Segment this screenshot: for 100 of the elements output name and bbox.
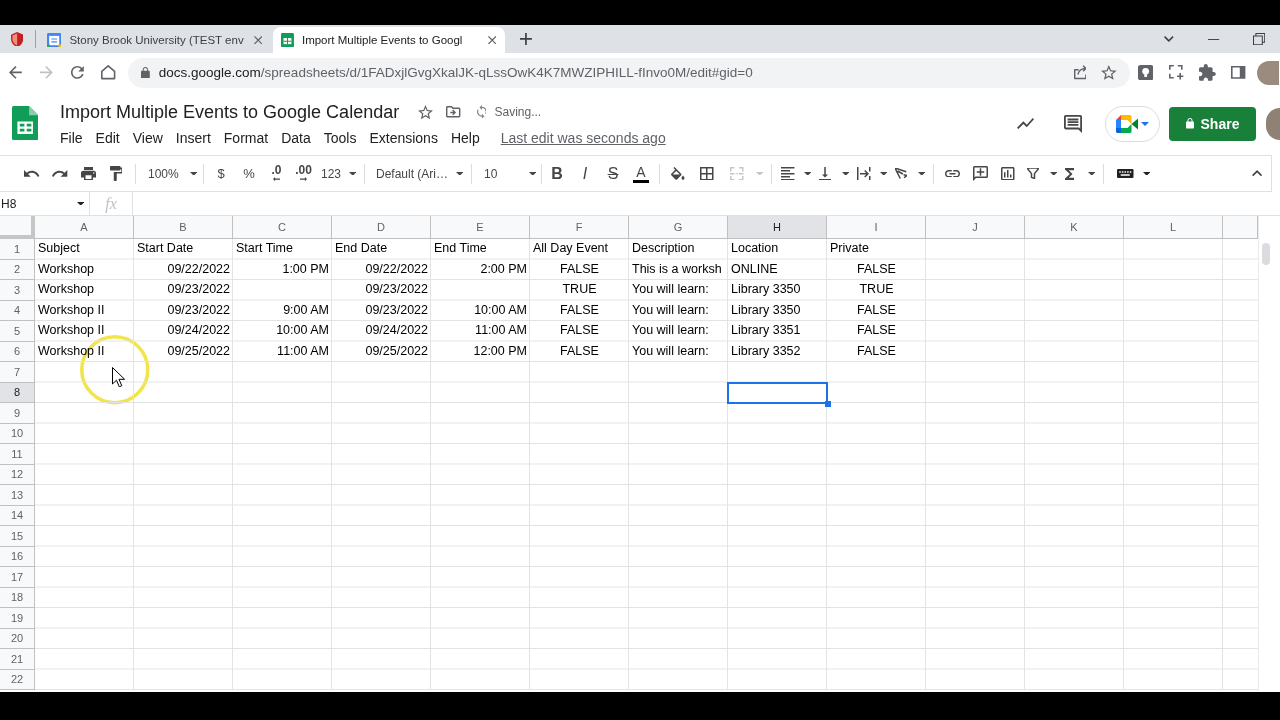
caret-icon[interactable] — [841, 171, 849, 176]
share-icon[interactable] — [1073, 65, 1087, 80]
menu-item[interactable]: Data — [281, 130, 311, 146]
comment-icon[interactable] — [1064, 114, 1082, 133]
scrollbar-thumb[interactable] — [1262, 243, 1270, 265]
row-header[interactable]: 4 — [0, 300, 35, 321]
column-header[interactable]: H — [728, 216, 827, 239]
menu-item[interactable]: Extensions — [369, 130, 438, 146]
row-header[interactable]: 11 — [0, 444, 35, 465]
italic-button[interactable]: I — [571, 159, 599, 188]
menu-item[interactable]: Tools — [323, 130, 357, 146]
row-header[interactable]: 17 — [0, 567, 35, 588]
browser-tab[interactable]: Import Multiple Events to Googl — [273, 27, 505, 53]
row-header[interactable]: 21 — [0, 649, 35, 670]
row-header[interactable]: 14 — [0, 505, 35, 526]
row-header[interactable]: 9 — [0, 403, 35, 424]
row-header[interactable]: 5 — [0, 321, 35, 342]
chevron-up-icon[interactable] — [1251, 170, 1263, 177]
row-header[interactable]: 13 — [0, 485, 35, 506]
filter-icon[interactable] — [1027, 168, 1039, 179]
last-edit-link[interactable]: Last edit was seconds ago — [500, 130, 666, 146]
print-icon[interactable] — [80, 166, 96, 181]
strikethrough-button[interactable]: S — [599, 159, 627, 188]
arrow-to-bar-icon[interactable] — [857, 166, 871, 181]
row-header[interactable]: 1 — [0, 239, 35, 260]
row-header[interactable]: 10 — [0, 423, 35, 444]
decrease-decimals-button[interactable]: .0 — [263, 159, 290, 188]
name-box[interactable]: H8 — [0, 192, 90, 215]
paint-roller-icon[interactable] — [109, 166, 123, 181]
share-button[interactable]: Share — [1169, 106, 1256, 141]
column-header[interactable]: F — [530, 216, 629, 239]
currency-button[interactable]: $ — [207, 159, 235, 188]
increase-decimals-button[interactable]: .00 — [290, 159, 317, 188]
link-icon[interactable] — [944, 169, 960, 178]
zoom-select[interactable]: 100% — [140, 159, 200, 188]
column-header[interactable]: J — [926, 216, 1025, 239]
reload-icon[interactable] — [71, 66, 84, 79]
star-icon[interactable] — [1101, 65, 1117, 80]
caret-icon[interactable] — [1087, 171, 1095, 176]
row-header[interactable]: 8 — [0, 382, 35, 403]
align-left-icon[interactable] — [781, 166, 795, 181]
caret-icon[interactable] — [803, 171, 811, 176]
menu-item[interactable]: Edit — [95, 130, 120, 146]
crop-plus-icon[interactable] — [1168, 64, 1185, 81]
row-header[interactable]: 3 — [0, 280, 35, 301]
account-avatar[interactable] — [1266, 107, 1280, 140]
redo-icon[interactable] — [52, 170, 68, 177]
number-format-select[interactable]: 123 — [317, 159, 359, 188]
column-header[interactable]: I — [827, 216, 926, 239]
column-header[interactable]: E — [431, 216, 530, 239]
column-header[interactable]: D — [332, 216, 431, 239]
percent-button[interactable]: % — [235, 159, 263, 188]
text-color-button[interactable]: A — [627, 159, 655, 188]
close-icon[interactable] — [487, 35, 496, 45]
close-icon[interactable] — [253, 35, 262, 45]
shield-icon[interactable] — [10, 31, 24, 47]
column-header[interactable]: B — [134, 216, 233, 239]
address-field[interactable]: docs.google.com/spreadsheets/d/1FADxjlGvgXkalJK-qLssOwK4K7MWZIPHILL-fInvo0M/edit#gid=0 — [128, 57, 1130, 88]
bold-button[interactable]: B — [543, 159, 571, 188]
row-header[interactable]: 15 — [0, 526, 35, 547]
caret-icon[interactable] — [76, 201, 84, 206]
menu-item[interactable]: View — [132, 130, 163, 146]
column-header[interactable]: A — [35, 216, 134, 239]
undo-icon[interactable] — [24, 170, 40, 177]
column-header[interactable]: G — [629, 216, 728, 239]
browser-tab[interactable]: Stony Brook University (TEST env — [39, 27, 271, 53]
arrow-down-to-line-icon[interactable] — [819, 166, 831, 181]
caret-icon[interactable] — [1142, 171, 1150, 176]
column-header[interactable]: L — [1124, 216, 1223, 239]
menu-item[interactable]: Help — [450, 130, 480, 146]
profile-avatar[interactable] — [1257, 60, 1279, 85]
caret-icon[interactable] — [1049, 171, 1057, 176]
restore-icon[interactable] — [1252, 32, 1266, 46]
menu-item[interactable]: Format — [223, 130, 269, 146]
row-header[interactable]: 6 — [0, 341, 35, 362]
row-header[interactable]: 22 — [0, 669, 35, 690]
chevron-down-icon[interactable] — [1164, 36, 1174, 42]
paint-bucket-icon[interactable] — [671, 167, 685, 180]
row-header[interactable]: 20 — [0, 628, 35, 649]
puzzle-icon[interactable] — [1199, 64, 1216, 81]
trend-line-icon[interactable] — [1017, 118, 1034, 129]
arrow-left-icon[interactable] — [9, 66, 22, 79]
caret-icon[interactable] — [879, 171, 887, 176]
caret-icon[interactable] — [917, 171, 925, 176]
spreadsheet-logo-icon[interactable] — [11, 106, 39, 141]
column-header[interactable]: K — [1025, 216, 1124, 239]
plus-icon[interactable] — [520, 33, 532, 45]
selected-cell-frame[interactable] — [727, 381, 831, 407]
row-header[interactable]: 16 — [0, 546, 35, 567]
comment-plus-icon[interactable] — [972, 166, 988, 181]
keyboard-icon[interactable] — [1117, 169, 1134, 178]
angled-arrow-icon[interactable] — [895, 168, 907, 179]
sigma-icon[interactable] — [1065, 167, 1074, 180]
star-icon[interactable] — [418, 104, 434, 120]
lightbulb-tile-icon[interactable] — [1137, 64, 1154, 81]
menu-item[interactable]: Insert — [175, 130, 211, 146]
grid-icon[interactable] — [700, 166, 714, 181]
row-header[interactable]: 7 — [0, 362, 35, 383]
column-header[interactable]: C — [233, 216, 332, 239]
menu-item[interactable]: File — [60, 130, 83, 146]
